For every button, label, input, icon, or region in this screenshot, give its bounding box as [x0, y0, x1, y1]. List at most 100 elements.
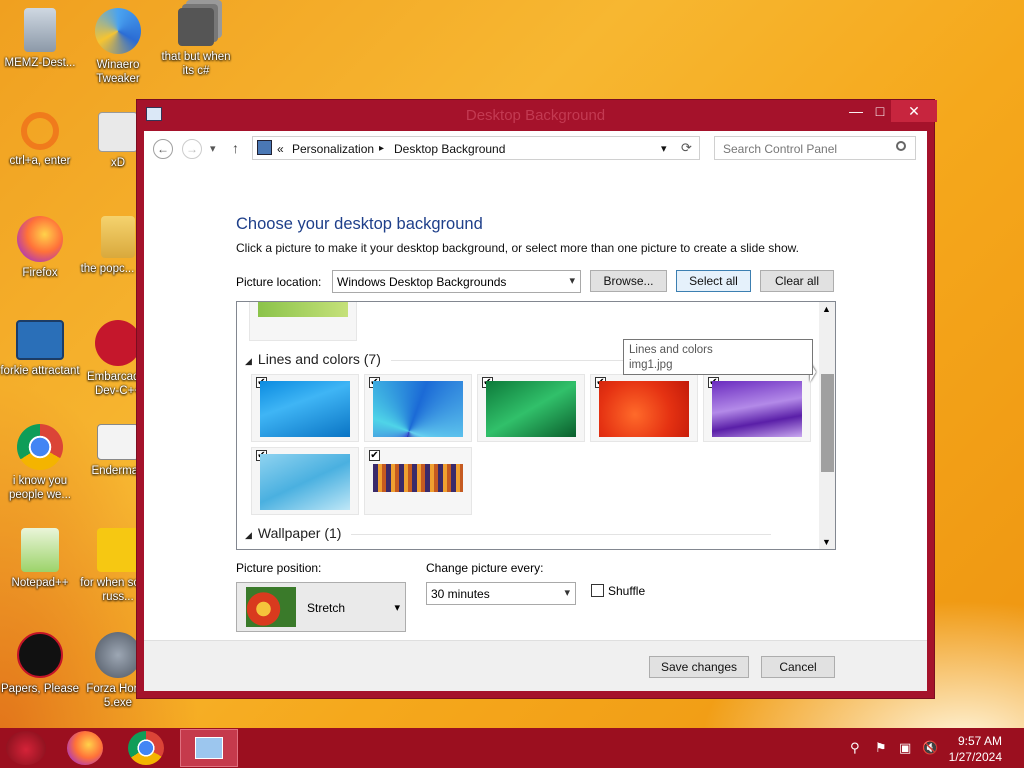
- group-header-wallpaper[interactable]: ◢ Wallpaper (1): [245, 525, 774, 541]
- letter-d-icon: [97, 528, 139, 572]
- picture-position-value: Stretch: [307, 601, 346, 615]
- chevron-down-icon[interactable]: ▾: [661, 142, 667, 155]
- picture-tooltip: Lines and colors img1.jpg: [623, 339, 813, 375]
- picture-thumbnail[interactable]: ✔: [364, 447, 472, 515]
- breadcrumb-overflow[interactable]: «: [277, 142, 284, 156]
- dialog-footer: Save changes Cancel: [144, 640, 927, 691]
- search-icon: [896, 141, 906, 151]
- notepadpp-icon: [21, 528, 59, 572]
- picture-preview: [599, 381, 689, 437]
- desktop-icon-that-but[interactable]: that but when its c#: [156, 8, 236, 78]
- picture-preview: [260, 454, 350, 510]
- desktop-icon-notepadpp[interactable]: Notepad++: [0, 528, 80, 590]
- scrollbar-thumb[interactable]: [821, 374, 834, 472]
- address-bar[interactable]: « Personalization ▸ Desktop Background ▾…: [252, 136, 700, 160]
- document-icon: [97, 424, 139, 460]
- forward-button[interactable]: →: [182, 139, 202, 159]
- breadcrumb-personalization[interactable]: Personalization: [292, 142, 374, 156]
- taskbar-clock[interactable]: 9:57 AM 1/27/2024: [949, 733, 1002, 765]
- window-titlebar[interactable]: Desktop Background — □ ✕: [137, 100, 937, 131]
- picture-thumbnail[interactable]: ✔: [251, 374, 359, 442]
- picture-preview: [260, 381, 350, 437]
- folder-icon: [101, 216, 135, 258]
- picture-location-value: Windows Desktop Backgrounds: [337, 275, 507, 289]
- checkbox-box[interactable]: [591, 584, 604, 597]
- picture-preview: [712, 381, 802, 437]
- cancel-button[interactable]: Cancel: [761, 656, 835, 678]
- picture-thumbnail[interactable]: ✔: [364, 374, 472, 442]
- maximize-button[interactable]: □: [867, 100, 893, 122]
- picture-checkbox[interactable]: ✔: [369, 450, 380, 461]
- chevron-down-icon: ▾: [564, 587, 570, 599]
- picture-preview: [373, 381, 463, 437]
- devcpp-icon: [95, 320, 141, 366]
- change-interval-select[interactable]: 30 minutes ▾: [426, 582, 576, 605]
- search-tray-icon[interactable]: ⚲: [850, 740, 860, 756]
- desktop-icon-firefox[interactable]: Firefox: [0, 216, 80, 280]
- desktop-icon-forkie[interactable]: forkie attractant: [0, 320, 80, 378]
- clock-date: 1/27/2024: [948, 750, 1002, 764]
- shuffle-checkbox[interactable]: Shuffle: [591, 584, 645, 598]
- breadcrumb-separator[interactable]: ▸: [379, 143, 384, 154]
- papers-please-icon: [17, 632, 63, 678]
- desktop-icon-chrome[interactable]: i know you people we...: [0, 424, 80, 502]
- taskbar: ⚲ ⚑ ▣ 🔇 9:57 AM 1/27/2024: [0, 728, 1024, 768]
- clock-time: 9:57 AM: [957, 734, 1002, 748]
- picture-thumbnail[interactable]: ✔: [590, 374, 698, 442]
- browse-button[interactable]: Browse...: [590, 270, 667, 292]
- refresh-icon[interactable]: ⟳: [681, 140, 692, 156]
- picture-location-select[interactable]: Windows Desktop Backgrounds ▾: [332, 270, 581, 293]
- firefox-icon: [17, 216, 63, 262]
- firefox-taskbar-icon[interactable]: [67, 731, 103, 765]
- chevron-down-icon: ▾: [569, 275, 575, 287]
- recycle-bin-icon: [24, 8, 56, 52]
- page-title: Choose your desktop background: [236, 215, 483, 233]
- monitor-gear-icon: [16, 320, 64, 360]
- page-description: Click a picture to make it your desktop …: [236, 241, 799, 255]
- picture-position-select[interactable]: Stretch ▾: [236, 582, 406, 632]
- desktop-icon-ctrl-a[interactable]: ctrl+a, enter: [0, 112, 80, 168]
- change-picture-label: Change picture every:: [426, 561, 544, 575]
- desktop-icon-papers-please[interactable]: Papers, Please: [0, 632, 80, 696]
- network-icon[interactable]: ▣: [899, 740, 911, 756]
- group-header-lines-and-colors[interactable]: ◢ Lines and colors (7): [245, 351, 811, 367]
- breadcrumb-desktop-background[interactable]: Desktop Background: [394, 142, 505, 156]
- action-center-flag-icon[interactable]: ⚑: [875, 740, 887, 756]
- picture-thumbnail[interactable]: ✔: [477, 374, 585, 442]
- picture-thumbnail[interactable]: ✔: [703, 374, 811, 442]
- clear-all-button[interactable]: Clear all: [760, 270, 834, 292]
- magnifier-icon: [21, 112, 59, 150]
- picture-preview: [486, 381, 576, 437]
- collapse-triangle-icon: ◢: [245, 356, 252, 366]
- minimize-button[interactable]: —: [843, 100, 869, 122]
- search-input[interactable]: Search Control Panel: [714, 136, 916, 160]
- position-preview-image: [246, 587, 296, 627]
- scroll-down-icon[interactable]: ▼: [822, 537, 831, 547]
- back-button[interactable]: ←: [153, 139, 173, 159]
- volume-muted-icon[interactable]: 🔇: [922, 740, 938, 756]
- control-panel-taskbar-item[interactable]: [180, 729, 238, 767]
- desktop-icon-memz[interactable]: MEMZ-Dest...: [0, 8, 80, 70]
- recent-pages-chevron-icon[interactable]: ▾: [210, 142, 216, 155]
- control-panel-icon: [195, 737, 223, 759]
- save-changes-button[interactable]: Save changes: [649, 656, 749, 678]
- start-button[interactable]: [6, 731, 46, 765]
- close-button[interactable]: ✕: [891, 100, 937, 122]
- picture-preview: [258, 302, 348, 317]
- window-client-area: ← → ▾ ↑ « Personalization ▸ Desktop Back…: [144, 131, 927, 691]
- scroll-up-icon[interactable]: ▲: [822, 304, 831, 314]
- select-all-button[interactable]: Select all: [676, 270, 751, 292]
- change-interval-value: 30 minutes: [431, 587, 490, 601]
- stacked-windows-icon: [178, 8, 214, 46]
- picture-location-label: Picture location:: [236, 275, 322, 289]
- desktop-icon-winaero[interactable]: Winaero Tweaker: [78, 8, 158, 86]
- desktop-background-window: Desktop Background — □ ✕ ← → ▾ ↑ « Perso…: [136, 99, 937, 699]
- picture-preview: [373, 464, 463, 492]
- picture-thumbnail[interactable]: [249, 302, 357, 341]
- flash-icon: [95, 632, 141, 678]
- picture-thumbnail[interactable]: ✔: [251, 447, 359, 515]
- gallery-scrollbar[interactable]: ▲ ▼: [819, 302, 835, 549]
- chevron-down-icon: ▾: [394, 602, 400, 614]
- up-button[interactable]: ↑: [232, 140, 239, 156]
- chrome-taskbar-icon[interactable]: [128, 731, 164, 765]
